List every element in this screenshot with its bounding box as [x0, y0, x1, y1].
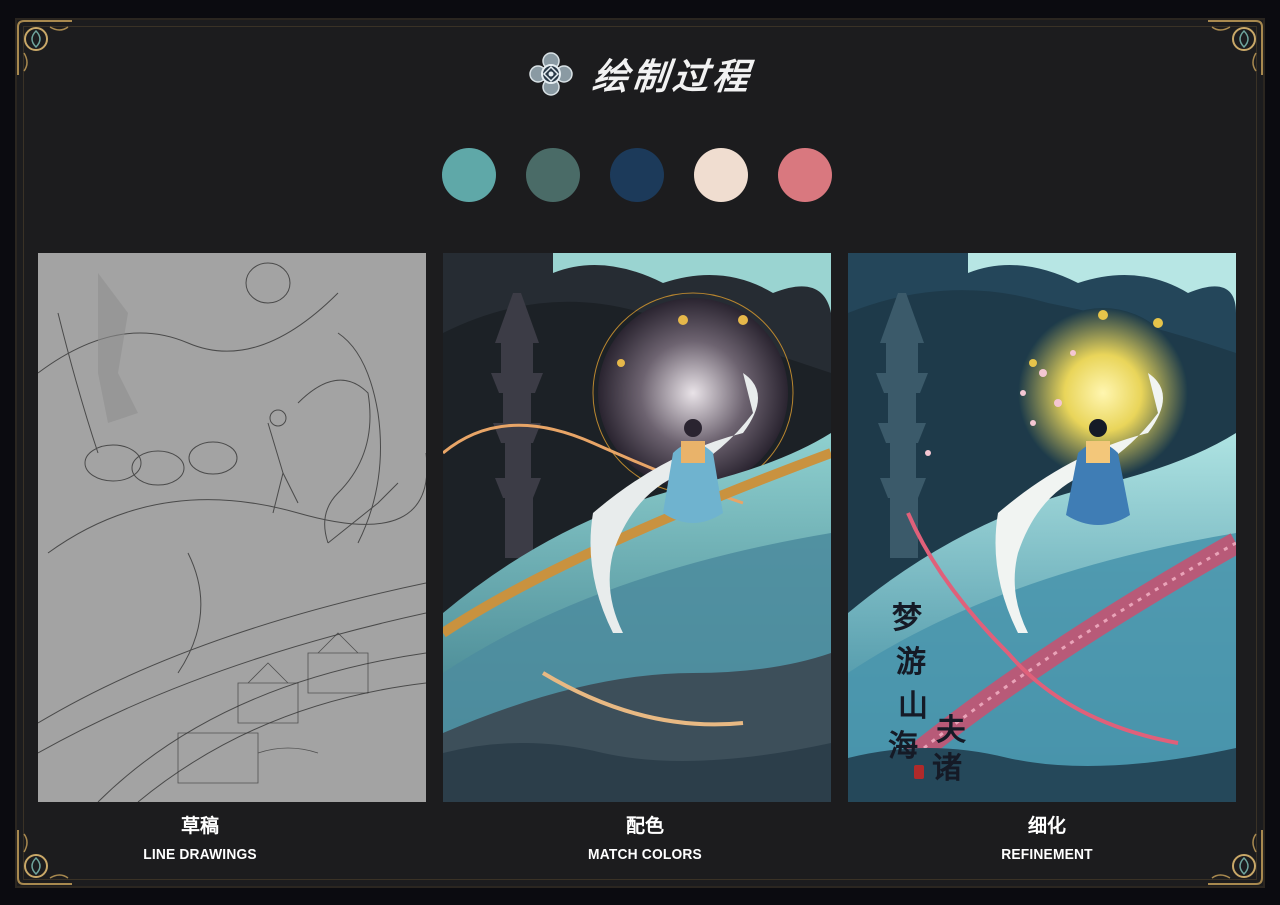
palette-swatch — [778, 148, 832, 202]
poster-char: 海 — [888, 729, 918, 764]
color-palette — [0, 148, 1280, 202]
stage-title-en: MATCH COLORS — [588, 846, 702, 863]
stage-title-en: LINE DRAWINGS — [143, 846, 257, 863]
stage-title-zh: 草稿 — [180, 815, 219, 837]
stage-caption-line-drawings: 草稿 LINE DRAWINGS — [6, 812, 394, 863]
palette-swatch — [610, 148, 664, 202]
palette-swatch — [442, 148, 496, 202]
process-showcase-page: 绘制过程 梦 游 山 海 夫 诸 草稿 LINE DRAWINGS 配色 MAT… — [0, 0, 1280, 905]
stage-title-zh: 配色 — [625, 815, 664, 837]
poster-title: 梦 游 山 海 夫 诸 — [888, 593, 978, 786]
section-header: 绘制过程 — [0, 44, 1280, 104]
stage-caption-refinement: 细化 REFINEMENT — [853, 812, 1241, 863]
poster-char: 诸 — [932, 751, 962, 786]
stage-title-en: REFINEMENT — [1001, 846, 1093, 863]
flower-knot-emblem-icon — [529, 52, 573, 96]
poster-char: 游 — [896, 645, 926, 680]
poster-char: 山 — [898, 689, 928, 724]
stage-caption-match-colors: 配色 MATCH COLORS — [451, 812, 839, 863]
palette-swatch — [694, 148, 748, 202]
finished-illustration: 梦 游 山 海 夫 诸 — [848, 253, 1236, 802]
palette-swatch — [526, 148, 580, 202]
page-title: 绘制过程 — [590, 56, 755, 98]
poster-char: 梦 — [892, 601, 922, 636]
red-seal-stamp — [914, 765, 924, 779]
flat-color-illustration — [443, 253, 831, 802]
pencil-sketch-illustration — [38, 253, 426, 802]
stage-title-zh: 细化 — [1027, 815, 1066, 837]
